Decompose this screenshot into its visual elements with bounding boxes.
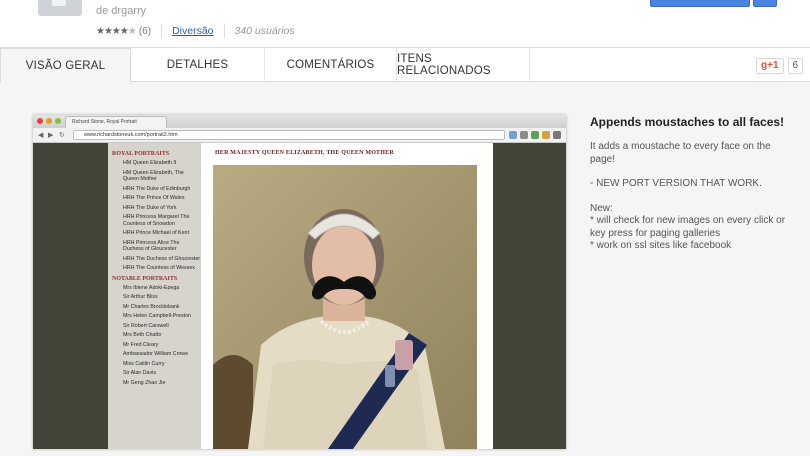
extension-description: Appends moustaches to all faces! It adds… xyxy=(590,115,795,265)
notable-list: Mrs Ibiene Adoki-Epega Sir Arthur Bliss … xyxy=(112,285,201,387)
list-item: HRH Prince Michael of Kent xyxy=(123,230,189,236)
browser-tab: Richard Stone, Royal Portrait xyxy=(65,116,167,128)
maximize-dot-icon xyxy=(55,118,61,124)
list-item: HRH The Duchess of Gloucester xyxy=(123,255,201,262)
tab-bar: VISÃO GERAL DETALHES COMENTÁRIOS ITENS R… xyxy=(0,48,810,83)
close-dot-icon xyxy=(37,118,43,124)
royal-order-badge xyxy=(385,365,395,387)
reload-icon: ↻ xyxy=(59,132,65,139)
browser-toolbar: ◀ ▶ ↻ www.richardstoneuk.com/portrait2.h… xyxy=(33,128,566,143)
royal-portraits-heading: ROYAL PORTRAITS xyxy=(112,151,170,157)
install-button[interactable] xyxy=(650,0,750,7)
tab-overview[interactable]: VISÃO GERAL xyxy=(0,48,131,83)
url-bar: www.richardstoneuk.com/portrait2.htm xyxy=(73,130,505,140)
portrait-illustration xyxy=(213,209,445,449)
list-item: Sir Robert Carswell xyxy=(123,322,169,329)
share-button[interactable] xyxy=(753,0,777,7)
list-item: Mrs Ibiene Adoki-Epega xyxy=(123,284,180,291)
extension-icon-4 xyxy=(542,131,550,139)
rating-count: (6) xyxy=(138,25,152,37)
chair-back xyxy=(213,355,253,449)
extension-icon-3 xyxy=(531,131,539,139)
website-page: ROYAL PORTRAITS HM Queen Elizabeth II HM… xyxy=(33,143,566,449)
gplus-widget: g+1 6 xyxy=(756,58,804,74)
description-paragraph: It adds a moustache to every face on the… xyxy=(590,141,771,165)
tab-reviews[interactable]: COMENTÁRIOS xyxy=(265,48,397,82)
list-item: Mr Geng Zhao Jie xyxy=(123,379,166,386)
description-title: Appends moustaches to all faces! xyxy=(590,115,785,129)
notable-portraits-heading: NOTABLE PORTRAITS xyxy=(112,275,178,282)
list-item: Mr Fred Cleary xyxy=(123,341,159,348)
divider xyxy=(223,24,225,38)
list-item: Sir Arthur Bliss xyxy=(123,294,158,300)
extension-icon-1 xyxy=(509,131,517,139)
list-item: HRH Princess Margaret The Countess of Sn… xyxy=(123,214,190,227)
list-item: HRH The Countess of Wessex xyxy=(123,265,195,271)
list-item: Miss Caitlin Curry xyxy=(123,360,165,367)
forward-arrow-icon: ▶ xyxy=(48,132,54,139)
gplus-button[interactable]: g+1 xyxy=(756,58,784,74)
list-item: Ambassador William Crowe xyxy=(123,351,189,357)
royal-list: HM Queen Elizabeth II HM Queen Elizabeth… xyxy=(112,160,201,272)
list-item: Mrs Helen Campbell-Preston xyxy=(123,313,192,319)
back-arrow-icon: ◀ xyxy=(38,132,44,139)
list-item: Mrs Beth Chatto xyxy=(123,332,162,338)
minimize-dot-icon xyxy=(46,118,52,124)
description-paragraph: New: * will check for new images on ever… xyxy=(590,202,786,252)
list-item: HRH The Duke of York xyxy=(123,204,177,211)
wrench-icon xyxy=(553,131,561,139)
extension-header: de drgarry ★★★★★ (6) Diversão 340 usuári… xyxy=(0,0,810,48)
list-item: Mr Charles Brocklebank xyxy=(123,303,180,310)
user-count: 340 usuários xyxy=(234,25,295,37)
divider xyxy=(161,24,163,38)
extension-icon-2 xyxy=(520,131,528,139)
browser-titlebar: Richard Stone, Royal Portrait xyxy=(33,115,566,128)
list-item: HRH The Duke of Edinburgh xyxy=(123,185,191,192)
rating-row: ★★★★★ (6) Diversão 340 usuários xyxy=(96,24,295,38)
list-item: HM Queen Elizabeth II xyxy=(123,160,177,166)
description-paragraph: - NEW PORT VERSION THAT WORK. xyxy=(590,178,762,189)
portrait-painting xyxy=(213,165,477,449)
author-line: de drgarry xyxy=(96,5,147,17)
list-item: HM Queen Elizabeth, The Queen Mother xyxy=(123,169,184,183)
extension-icon xyxy=(38,0,82,16)
window-controls xyxy=(37,118,61,124)
gplus-count: 6 xyxy=(787,58,804,74)
list-item: HRH The Prince Of Wales xyxy=(123,195,185,201)
list-item: HRH Princess Alice The Duchess of Glouce… xyxy=(123,239,180,253)
toolbar-extension-icons xyxy=(509,131,561,139)
rating-stars-icon[interactable]: ★★★★★ xyxy=(96,26,137,37)
list-item: Sir Alan Davis xyxy=(123,370,156,376)
website-sidebar: ROYAL PORTRAITS HM Queen Elizabeth II HM… xyxy=(108,143,201,449)
extension-screenshot[interactable]: Richard Stone, Royal Portrait ◀ ▶ ↻ www.… xyxy=(33,115,566,449)
tab-related[interactable]: ITENS RELACIONADOS xyxy=(397,48,530,82)
website-main-content: HER MAJESTY QUEEN ELIZABETH, THE QUEEN M… xyxy=(201,143,493,449)
portrait-title: HER MAJESTY QUEEN ELIZABETH, THE QUEEN M… xyxy=(215,150,394,156)
royal-order-badge xyxy=(395,340,413,370)
tab-details[interactable]: DETALHES xyxy=(131,48,265,82)
category-link[interactable]: Diversão xyxy=(172,25,213,37)
